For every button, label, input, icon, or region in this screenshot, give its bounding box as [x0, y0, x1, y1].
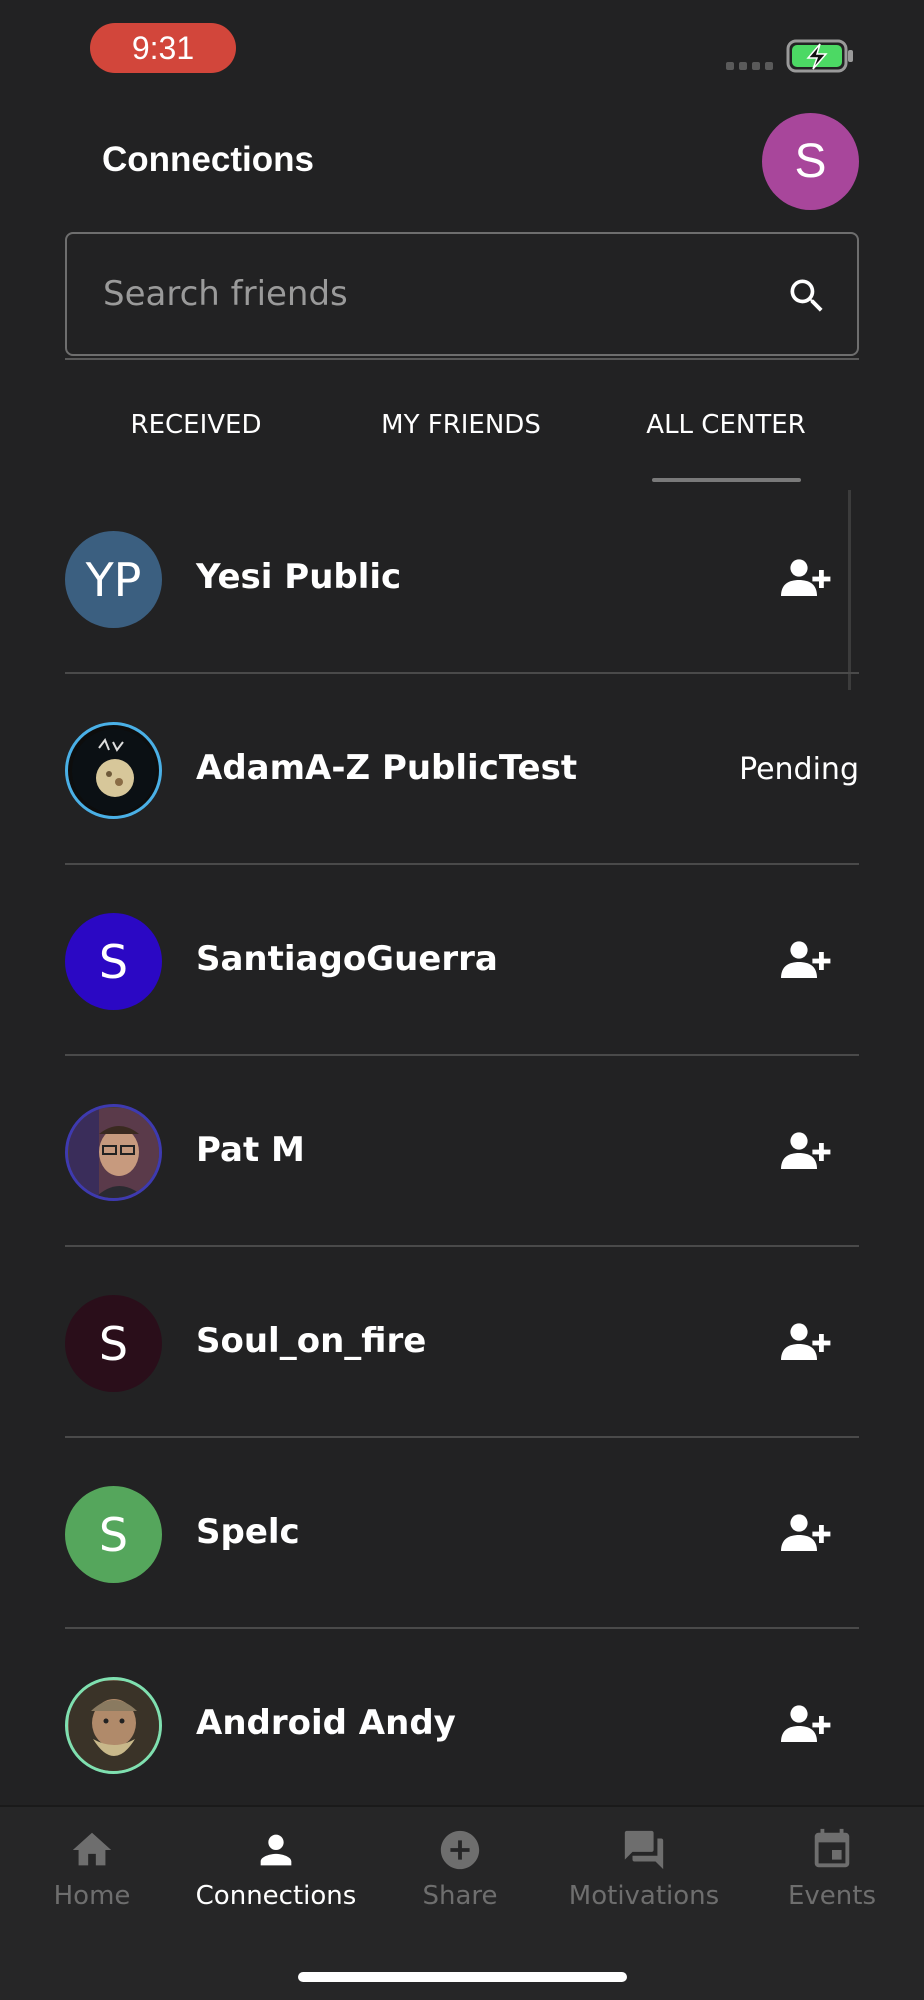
chat-icon [624, 1830, 664, 1870]
add-person-icon[interactable] [781, 1704, 831, 1744]
user-name: SantiagoGuerra [196, 939, 498, 979]
status-bar: 9:31 [0, 0, 924, 100]
nav-motivations[interactable]: Motivations [552, 1827, 736, 1937]
avatar [65, 722, 162, 819]
person-icon [260, 1834, 292, 1866]
add-person-icon[interactable] [781, 1131, 831, 1171]
avatar: YP [65, 531, 162, 628]
add-person-icon[interactable] [781, 558, 831, 598]
pending-status: Pending [739, 752, 859, 787]
list-item[interactable]: AdamA-Z PublicTest Pending [65, 674, 859, 865]
plus-circle-icon [440, 1830, 480, 1870]
nav-label: Motivations [568, 1881, 720, 1911]
user-name: Android Andy [196, 1703, 456, 1743]
page-title: Connections [102, 140, 314, 179]
tab-all-center[interactable]: ALL CENTER [626, 410, 826, 470]
list-item[interactable]: S SantiagoGuerra [65, 865, 859, 1056]
user-name: Pat M [196, 1130, 305, 1170]
nav-label: Connections [195, 1881, 357, 1911]
avatar: S [65, 913, 162, 1010]
nav-home[interactable]: Home [0, 1827, 184, 1937]
profile-avatar[interactable]: S [762, 113, 859, 210]
list-item[interactable]: Pat M [65, 1056, 859, 1247]
bottom-nav: Home Connections Share Motivations Event… [0, 1805, 924, 2000]
tab-received[interactable]: RECEIVED [96, 410, 296, 470]
list-item[interactable]: YP Yesi Public [65, 483, 859, 674]
tab-my-friends[interactable]: MY FRIENDS [361, 410, 561, 470]
search-icon[interactable] [785, 274, 829, 318]
home-icon [72, 1832, 112, 1866]
search-input[interactable] [103, 264, 743, 324]
divider [65, 358, 859, 360]
active-tab-indicator [652, 478, 801, 482]
list-item[interactable]: S Spelc [65, 1438, 859, 1629]
nav-connections[interactable]: Connections [184, 1827, 368, 1937]
user-name: Yesi Public [196, 557, 402, 597]
search-box[interactable] [65, 232, 859, 356]
avatar [65, 1677, 162, 1774]
user-name: Soul_on_fire [196, 1321, 427, 1361]
list-item[interactable]: Android Andy [65, 1629, 859, 1805]
nav-label: Share [422, 1881, 498, 1911]
home-indicator[interactable] [298, 1972, 627, 1982]
nav-label: Events [787, 1881, 877, 1911]
user-name: AdamA-Z PublicTest [196, 748, 578, 788]
nav-events[interactable]: Events [740, 1827, 924, 1937]
add-person-icon[interactable] [781, 1322, 831, 1362]
avatar: S [65, 1486, 162, 1583]
list-item[interactable]: S Soul_on_fire [65, 1247, 859, 1438]
nav-label: Home [53, 1881, 131, 1911]
nav-share[interactable]: Share [368, 1827, 552, 1937]
battery-charging-icon [786, 39, 853, 73]
user-photo [68, 1107, 159, 1198]
status-time: 9:31 [90, 23, 236, 73]
user-photo [68, 1680, 159, 1771]
add-person-icon[interactable] [781, 1513, 831, 1553]
signal-icon [726, 62, 773, 70]
calendar-icon [814, 1828, 850, 1868]
add-person-icon[interactable] [781, 940, 831, 980]
avatar [65, 1104, 162, 1201]
user-name: Spelc [196, 1512, 300, 1552]
moon-image [71, 728, 156, 813]
avatar: S [65, 1295, 162, 1392]
